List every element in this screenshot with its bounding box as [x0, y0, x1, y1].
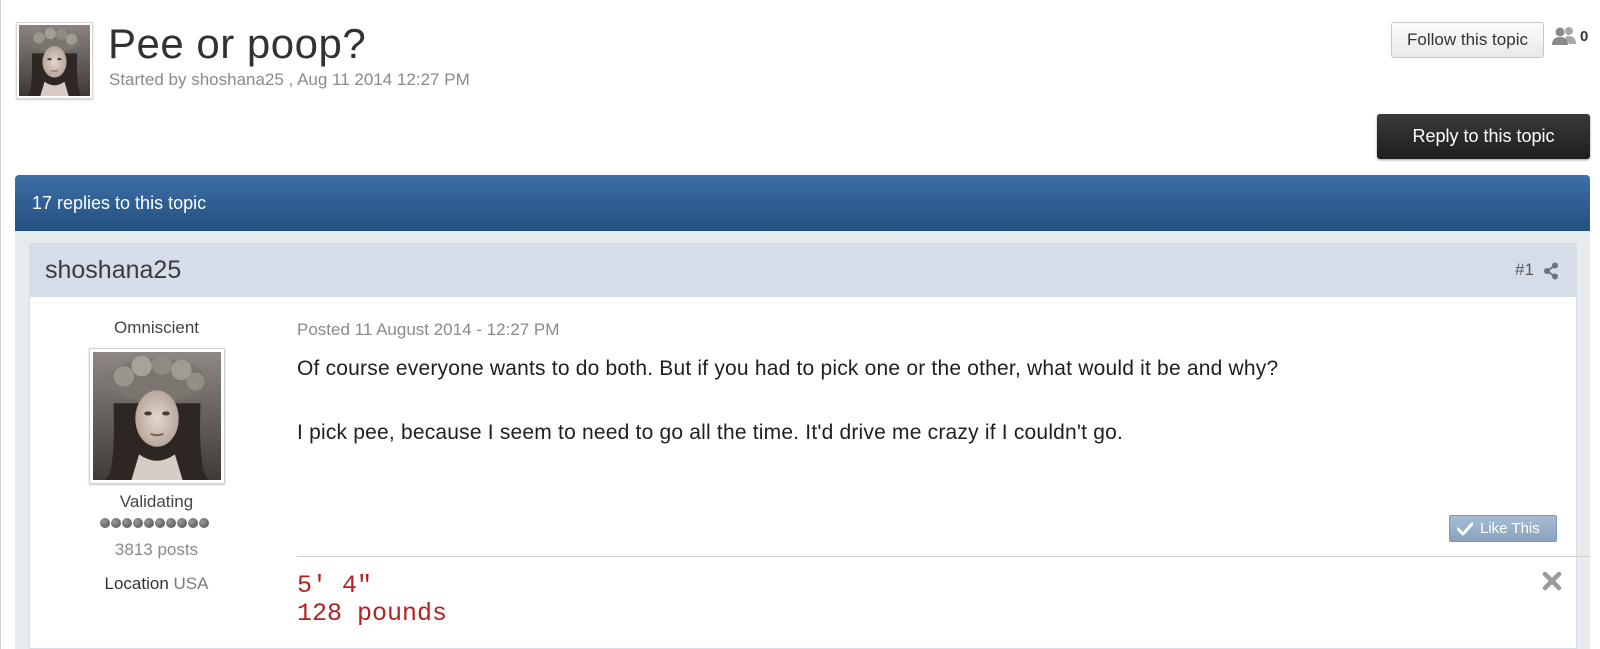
- portrait-image: [93, 352, 221, 480]
- share-icon[interactable]: [1543, 262, 1559, 280]
- post-number-link[interactable]: #1: [1515, 260, 1534, 280]
- topic-title: Pee or poop?: [108, 20, 367, 67]
- topic-starter-avatar[interactable]: [16, 22, 93, 99]
- rank-pip: [166, 518, 176, 528]
- post-date: Posted 11 August 2014 - 12:27 PM: [297, 320, 560, 339]
- member-post-count: 3813 posts: [114, 540, 199, 559]
- followers-indicator[interactable]: 0: [1551, 26, 1588, 46]
- close-icon[interactable]: [1541, 570, 1563, 592]
- post-paragraph: I pick pee, because I seem to need to go…: [297, 421, 1124, 444]
- post-header: shoshana25: [30, 244, 1576, 297]
- signature-line: 128 pounds: [297, 599, 448, 628]
- post-paragraph: Of course everyone wants to do both. But…: [297, 357, 1279, 380]
- rank-pip: [144, 518, 154, 528]
- author-info: Omniscient: [60, 318, 253, 338]
- location-value: USA: [173, 574, 209, 593]
- post-author-name[interactable]: shoshana25: [45, 256, 181, 285]
- check-icon: [1457, 522, 1473, 535]
- post-container: [29, 243, 1577, 649]
- rank-pip: [100, 518, 110, 528]
- signature-line: 5' 4": [297, 571, 373, 600]
- rank-pip: [177, 518, 187, 528]
- rank-pip: [111, 518, 121, 528]
- follower-count: 0: [1580, 27, 1589, 45]
- rank-pip: [199, 518, 209, 528]
- like-label: Like This: [1480, 520, 1540, 537]
- member-rank-title: Omniscient: [113, 318, 200, 337]
- page-edge: [0, 0, 1, 649]
- rank-pip: [188, 518, 198, 528]
- replies-count-bar: 17 replies to this topic: [15, 175, 1590, 231]
- reply-to-topic-button[interactable]: Reply to this topic: [1377, 114, 1590, 159]
- rank-pips: [100, 518, 209, 528]
- location-label: Location: [104, 574, 169, 593]
- member-location: Location USA: [60, 574, 253, 594]
- rank-pip: [155, 518, 165, 528]
- member-group: Validating: [119, 492, 194, 511]
- rank-pip: [122, 518, 132, 528]
- like-button[interactable]: Like This: [1449, 515, 1557, 542]
- rank-pip: [133, 518, 143, 528]
- signature-divider: [297, 556, 1590, 557]
- topic-meta: Started by shoshana25 , Aug 11 2014 12:2…: [109, 70, 470, 89]
- author-avatar[interactable]: [89, 348, 225, 484]
- followers-icon: [1552, 27, 1576, 45]
- signature: 5' 4" 128 pounds: [297, 572, 447, 628]
- follow-topic-button[interactable]: Follow this topic: [1391, 22, 1544, 58]
- portrait-image: [19, 25, 90, 96]
